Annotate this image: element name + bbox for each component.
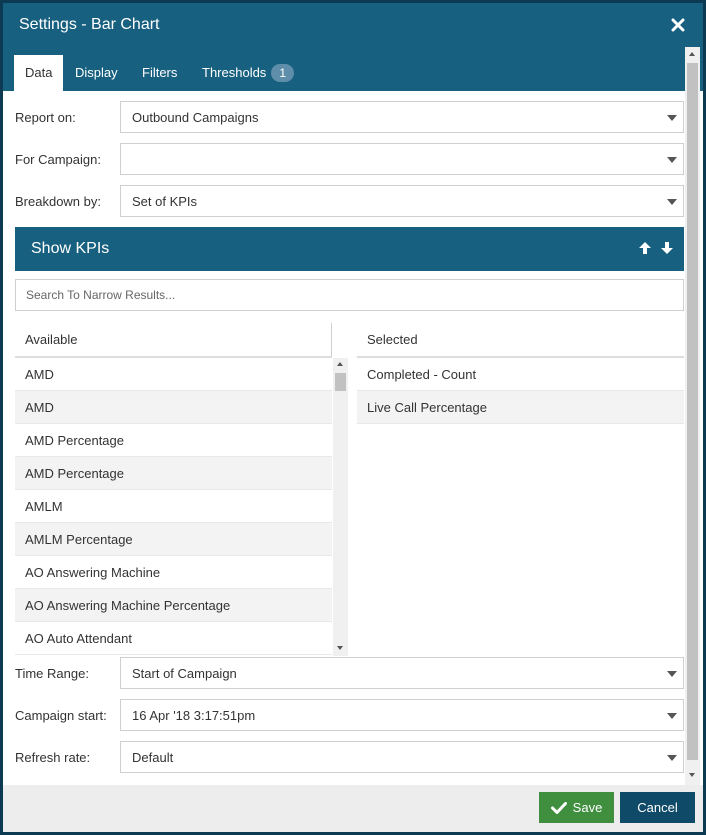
chevron-down-icon (667, 115, 677, 121)
thresholds-count-badge: 1 (271, 63, 294, 82)
scroll-down-icon[interactable] (337, 646, 343, 650)
available-item[interactable]: AMLM (15, 490, 332, 523)
report-on-value: Outbound Campaigns (132, 110, 259, 125)
report-on-select[interactable]: Outbound Campaigns (120, 101, 684, 133)
campaign-start-value: 16 Apr '18 3:17:51pm (132, 708, 256, 723)
tab-filters[interactable]: Filters (142, 55, 177, 91)
dialog-footer: Save Cancel (3, 785, 703, 832)
save-button[interactable]: Save (539, 792, 614, 823)
tab-thresholds-label: Thresholds (202, 65, 267, 80)
available-list-scroll-thumb[interactable] (335, 373, 346, 391)
kpi-search (15, 279, 684, 311)
chevron-down-icon (667, 199, 677, 205)
refresh-rate-value: Default (132, 750, 174, 765)
cancel-button[interactable]: Cancel (620, 792, 695, 823)
tab-filters-label: Filters (142, 65, 178, 80)
for-campaign-select[interactable] (120, 143, 684, 175)
breakdown-by-select[interactable]: Set of KPIs (120, 185, 684, 217)
arrow-up-icon[interactable] (637, 240, 653, 256)
available-list-scrollbar[interactable] (333, 358, 348, 656)
refresh-rate-label: Refresh rate: (15, 750, 91, 765)
dialog-title: Settings - Bar Chart (19, 16, 160, 33)
tab-data-label: Data (25, 65, 53, 80)
tab-display[interactable]: Display (75, 55, 118, 91)
available-list: AMD AMD AMD Percentage AMD Percentage AM… (15, 358, 332, 656)
scroll-up-icon[interactable] (337, 362, 343, 366)
campaign-start-label: Campaign start: (15, 708, 107, 723)
time-range-value: Start of Campaign (132, 666, 237, 681)
available-item[interactable]: AMLM Percentage (15, 523, 332, 556)
time-range-label: Time Range: (15, 666, 89, 681)
scroll-down-icon[interactable] (689, 773, 695, 777)
available-item[interactable]: AMD Percentage (15, 457, 332, 490)
scroll-up-icon[interactable] (689, 52, 695, 56)
selected-item[interactable]: Completed - Count (357, 358, 684, 391)
dialog-scroll-thumb[interactable] (687, 63, 698, 760)
available-item[interactable]: AMD (15, 391, 332, 424)
breakdown-by-label: Breakdown by: (15, 194, 101, 209)
available-header: Available (25, 332, 78, 347)
dialog-header: Settings - Bar Chart Data Display Filter… (3, 3, 703, 91)
check-icon (550, 801, 567, 814)
tab-display-label: Display (75, 65, 118, 80)
refresh-rate-select[interactable]: Default (120, 741, 684, 773)
available-item[interactable]: AMD (15, 358, 332, 391)
tab-thresholds[interactable]: Thresholds 1 (202, 55, 294, 91)
available-item[interactable]: AO Answering Machine (15, 556, 332, 589)
tab-data[interactable]: Data (14, 55, 64, 91)
campaign-start-select[interactable]: 16 Apr '18 3:17:51pm (120, 699, 684, 731)
chevron-down-icon (667, 157, 677, 163)
close-icon[interactable] (671, 18, 685, 32)
chevron-down-icon (667, 671, 677, 677)
show-kpis-bar: Show KPIs (15, 227, 684, 271)
arrow-down-icon[interactable] (659, 240, 675, 256)
available-item[interactable]: AO Answering Machine Percentage (15, 589, 332, 622)
kpi-search-input[interactable] (16, 280, 683, 310)
show-kpis-title: Show KPIs (31, 240, 110, 257)
selected-item[interactable]: Live Call Percentage (357, 391, 684, 424)
chevron-down-icon (667, 713, 677, 719)
cancel-button-label: Cancel (637, 800, 678, 815)
column-divider (331, 323, 332, 357)
available-item[interactable]: AMD Percentage (15, 424, 332, 457)
breakdown-by-value: Set of KPIs (132, 194, 198, 209)
for-campaign-label: For Campaign: (15, 152, 101, 167)
save-button-label: Save (572, 800, 603, 815)
selected-list: Completed - Count Live Call Percentage (357, 358, 684, 656)
selected-header: Selected (367, 332, 418, 347)
available-item[interactable]: AO Auto Attendant (15, 622, 332, 655)
time-range-select[interactable]: Start of Campaign (120, 657, 684, 689)
settings-dialog: Settings - Bar Chart Data Display Filter… (3, 3, 703, 832)
report-on-label: Report on: (15, 110, 76, 125)
chevron-down-icon (667, 755, 677, 761)
